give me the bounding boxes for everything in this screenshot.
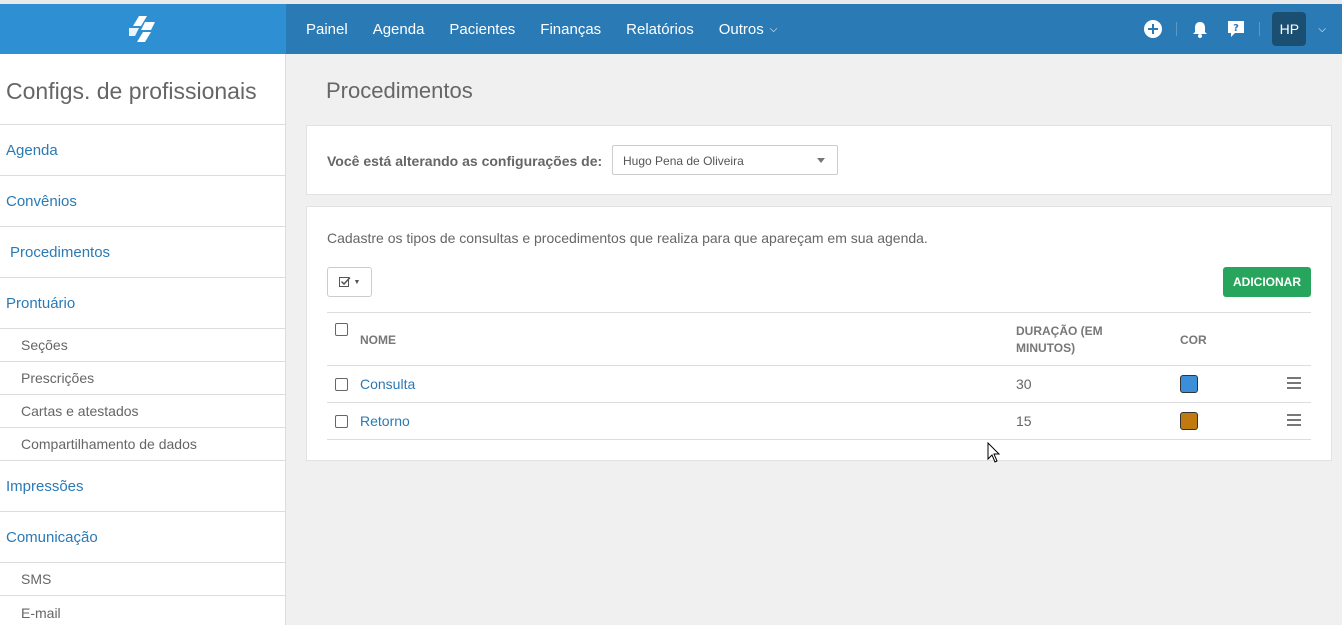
help-icon[interactable]: ? <box>1225 18 1247 40</box>
sidebar-item-convenios[interactable]: Convênios <box>0 176 285 227</box>
sidebar-item-comunicacao[interactable]: Comunicação <box>0 512 285 563</box>
nav-financas[interactable]: Finanças <box>540 21 601 38</box>
header-color: COR <box>1180 333 1207 347</box>
header-duration[interactable]: DURAÇÃO (EM MINUTOS) <box>1016 323 1103 357</box>
logo-icon <box>129 16 155 42</box>
sidebar-title: Configs. de profissionais <box>0 54 285 125</box>
chevron-down-icon: ⌵ <box>769 23 778 35</box>
chevron-down-icon[interactable]: ⌵ <box>1318 24 1326 35</box>
menu-icon[interactable] <box>1287 414 1301 426</box>
sidebar-subitem-prescricoes[interactable]: Prescrições <box>0 362 285 395</box>
check-square-icon <box>338 276 351 287</box>
nav-agenda[interactable]: Agenda <box>373 21 425 38</box>
divider <box>1259 22 1261 36</box>
menu-icon[interactable] <box>1287 377 1301 389</box>
table-header: NOME DURAÇÃO (EM MINUTOS) COR <box>327 312 1311 366</box>
main-content: Procedimentos Você está alterando as con… <box>286 54 1342 625</box>
sidebar-subitem-compartilhamento[interactable]: Compartilhamento de dados <box>0 428 285 461</box>
divider <box>1176 22 1178 36</box>
add-circle-icon[interactable] <box>1142 18 1164 40</box>
sidebar-subitem-email[interactable]: E-mail <box>0 596 285 625</box>
procedure-name-link[interactable]: Consulta <box>360 376 415 392</box>
sidebar-subitem-secoes[interactable]: Seções <box>0 329 285 362</box>
professional-select[interactable]: Hugo Pena de Oliveira <box>612 145 838 175</box>
nav-pacientes[interactable]: Pacientes <box>449 21 515 38</box>
table-row: Consulta 30 <box>327 366 1311 403</box>
header-name[interactable]: NOME <box>360 333 396 347</box>
sidebar-subitem-sms[interactable]: SMS <box>0 563 285 596</box>
sidebar-item-impressoes[interactable]: Impressões <box>0 461 285 512</box>
color-swatch <box>1180 375 1198 393</box>
select-all-checkbox[interactable] <box>335 323 348 336</box>
svg-text:?: ? <box>1234 23 1240 34</box>
row-checkbox[interactable] <box>335 415 348 428</box>
sidebar: Configs. de profissionais Agenda Convêni… <box>0 54 286 625</box>
config-label: Você está alterando as configurações de: <box>327 153 603 169</box>
nav-relatorios[interactable]: Relatórios <box>626 21 694 38</box>
description: Cadastre os tipos de consultas e procedi… <box>327 230 928 246</box>
nav-outros[interactable]: Outros ⌵ <box>719 21 778 38</box>
procedure-duration: 30 <box>1016 376 1032 392</box>
sidebar-item-prontuario[interactable]: Prontuário <box>0 278 285 329</box>
header-actions: ? HP ⌵ <box>1130 4 1342 54</box>
main-nav: Painel Agenda Pacientes Finanças Relatór… <box>286 4 802 54</box>
nav-painel[interactable]: Painel <box>306 21 348 38</box>
mouse-cursor-icon <box>987 442 1001 463</box>
page-title: Procedimentos <box>326 78 473 103</box>
bell-icon[interactable] <box>1189 18 1211 40</box>
procedure-duration: 15 <box>1016 413 1032 429</box>
bulk-actions-button[interactable]: ▼ <box>327 267 372 297</box>
procedures-card: Cadastre os tipos de consultas e procedi… <box>306 206 1332 461</box>
caret-down-icon: ▼ <box>353 278 361 286</box>
user-avatar[interactable]: HP <box>1272 12 1307 46</box>
sidebar-item-agenda[interactable]: Agenda <box>0 125 285 176</box>
professional-selector-card: Você está alterando as configurações de:… <box>306 125 1332 195</box>
caret-down-icon <box>817 158 825 163</box>
row-checkbox[interactable] <box>335 378 348 391</box>
sidebar-subitem-cartas[interactable]: Cartas e atestados <box>0 395 285 428</box>
top-navbar: Painel Agenda Pacientes Finanças Relatór… <box>0 4 1342 54</box>
add-button[interactable]: ADICIONAR <box>1223 267 1311 297</box>
color-swatch <box>1180 412 1198 430</box>
procedures-table: NOME DURAÇÃO (EM MINUTOS) COR Consulta 3… <box>327 312 1311 440</box>
procedure-name-link[interactable]: Retorno <box>360 413 410 429</box>
table-row: Retorno 15 <box>327 403 1311 440</box>
sidebar-item-procedimentos[interactable]: Procedimentos <box>0 227 285 278</box>
logo[interactable] <box>0 4 286 54</box>
